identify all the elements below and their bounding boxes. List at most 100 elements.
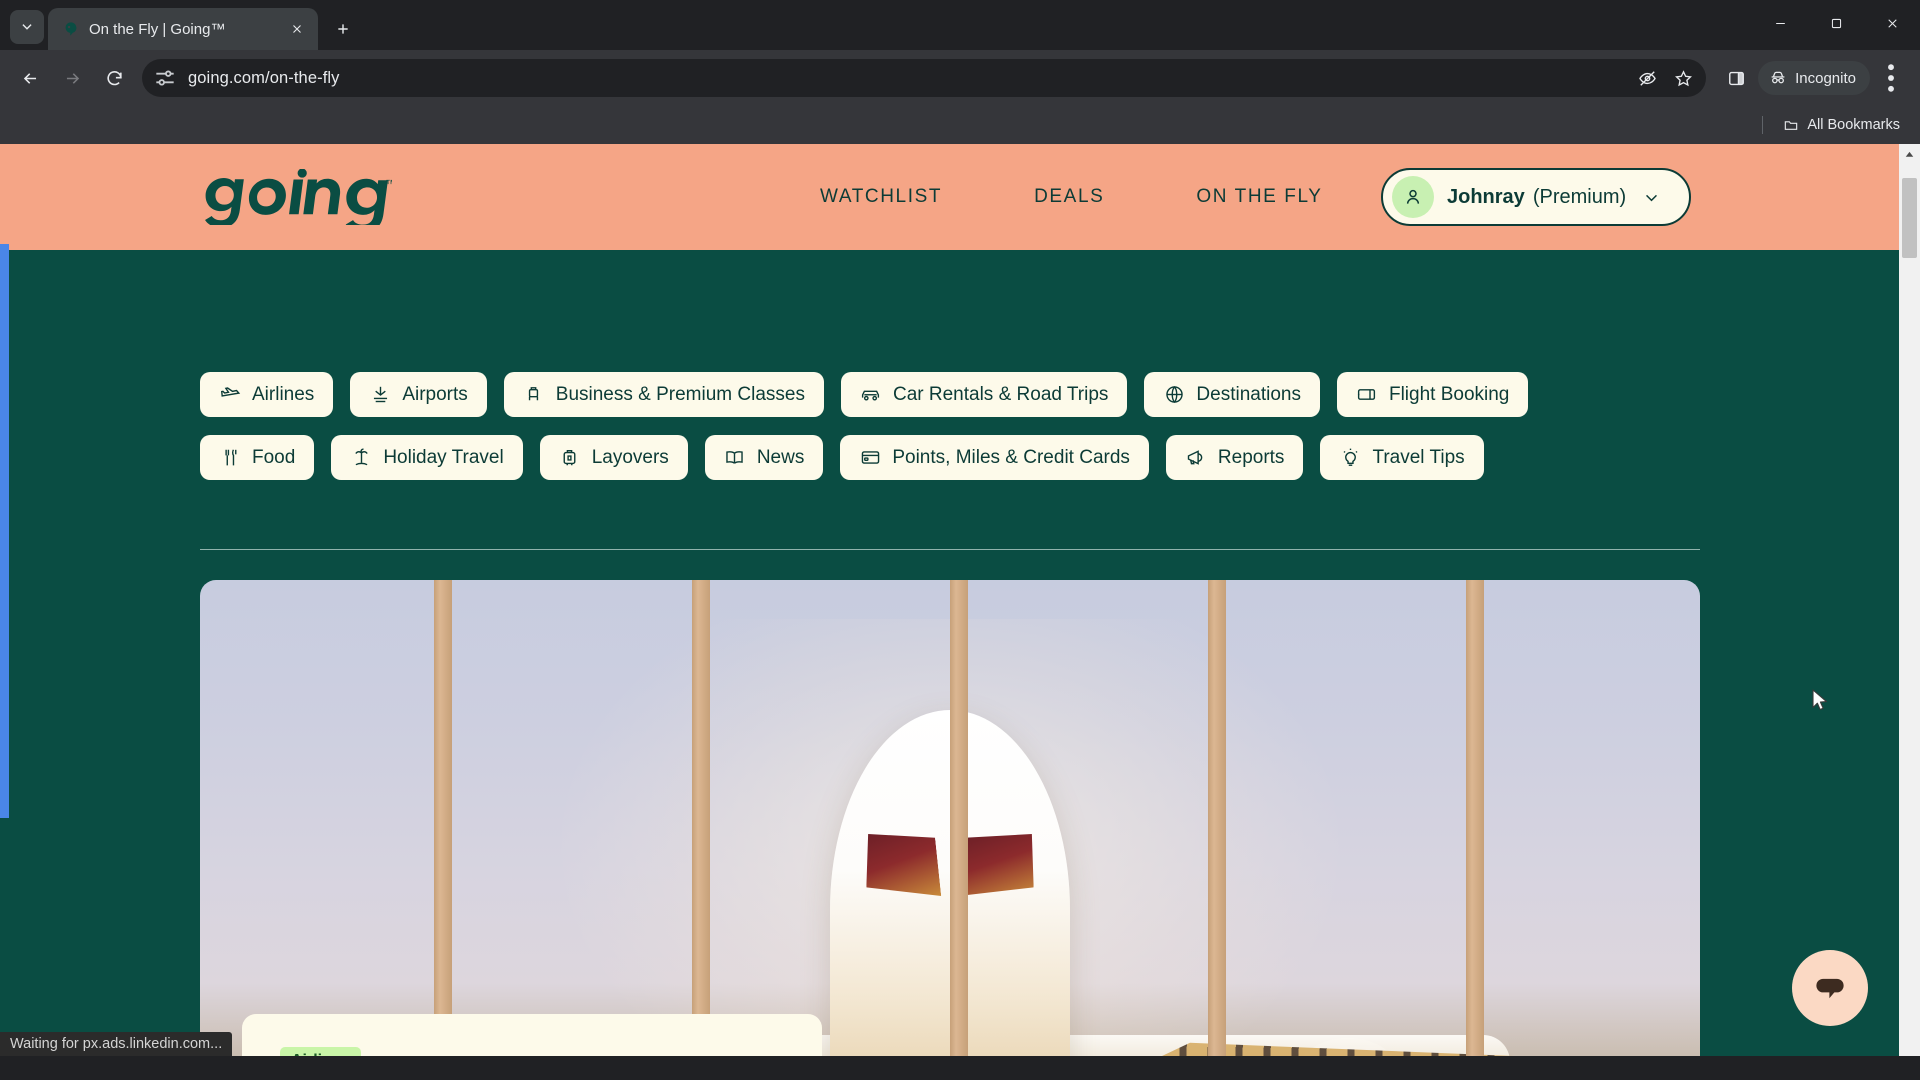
lightbulb-icon <box>1339 447 1361 469</box>
browser-menu-button[interactable] <box>1872 59 1910 97</box>
chip-label: Food <box>252 446 296 468</box>
omnibox-actions <box>1630 59 1700 97</box>
nav-link-deals[interactable]: DEALS <box>1034 186 1104 208</box>
address-bar[interactable]: going.com/on-the-fly <box>142 59 1707 97</box>
section-divider <box>200 549 1700 550</box>
side-panel-button[interactable] <box>1716 58 1756 98</box>
incognito-hat-icon <box>1771 71 1785 84</box>
chip-label: Car Rentals & Road Trips <box>892 383 1109 405</box>
chip-label: Holiday Travel <box>383 446 504 468</box>
chip-business-premium-classes[interactable]: Business & Premium Classes <box>503 372 824 417</box>
window-mullions <box>200 580 1700 1056</box>
chip-food[interactable]: Food <box>200 435 315 480</box>
minimize-icon <box>1775 22 1785 24</box>
star-icon[interactable] <box>1666 61 1700 95</box>
going-logo[interactable]: ™ <box>197 169 392 225</box>
chip-label: Layovers <box>591 446 669 468</box>
three-dot-menu-icon <box>1888 64 1894 92</box>
new-tab-button[interactable] <box>326 12 360 46</box>
globe-icon <box>1163 384 1185 406</box>
incognito-label: Incognito <box>1795 69 1856 87</box>
megaphone-icon <box>1185 447 1207 469</box>
all-bookmarks-button[interactable]: All Bookmarks <box>1777 113 1906 137</box>
bookmarks-bar: All Bookmarks <box>0 106 1920 144</box>
credit-card-icon <box>859 447 881 469</box>
chip-points-miles-credit-cards[interactable]: Points, Miles & Credit Cards <box>840 435 1149 480</box>
page-settings-icon[interactable] <box>152 65 178 91</box>
fork-knife-icon <box>219 447 241 469</box>
chevron-up-icon <box>1905 151 1914 157</box>
hero-article-image[interactable] <box>200 580 1700 1056</box>
scrollbar-thumb[interactable] <box>1902 178 1917 258</box>
chip-label: Business & Premium Classes <box>555 383 805 405</box>
chip-label: Travel Tips <box>1372 446 1465 468</box>
chevron-down-icon[interactable] <box>1643 189 1660 206</box>
chip-label: Reports <box>1217 446 1285 468</box>
all-bookmarks-label: All Bookmarks <box>1807 117 1900 133</box>
reload-icon <box>106 70 122 85</box>
tab-search-button[interactable] <box>10 10 44 44</box>
chip-reports[interactable]: Reports <box>1165 435 1304 480</box>
airplane-photo <box>200 580 1700 1056</box>
chip-holiday-travel[interactable]: Holiday Travel <box>331 435 523 480</box>
browser-tab[interactable]: On the Fly | Going™ <box>48 8 318 50</box>
chevron-down-icon <box>22 24 32 30</box>
chip-car-rentals-road-trips[interactable]: Car Rentals & Road Trips <box>840 372 1128 417</box>
focus-outline-rail <box>0 244 9 818</box>
page-content: Airlines Airports Business & Premium Cla… <box>0 144 1899 1056</box>
nav-link-on-the-fly[interactable]: ON THE FLY <box>1196 186 1322 208</box>
ticket-icon <box>1356 384 1378 406</box>
open-book-icon <box>724 447 746 469</box>
user-avatar-icon <box>1406 189 1420 204</box>
eye-off-icon[interactable] <box>1630 61 1664 95</box>
page-viewport: Airlines Airports Business & Premium Cla… <box>0 144 1920 1056</box>
reload-button[interactable] <box>94 58 134 98</box>
user-tier: (Premium) <box>1532 185 1627 208</box>
chip-label: News <box>756 446 805 468</box>
close-window-button[interactable] <box>1864 0 1920 46</box>
article-category-badge[interactable]: Airlines <box>280 1047 361 1056</box>
chip-label: Airports <box>402 383 468 405</box>
chip-flight-booking[interactable]: Flight Booking <box>1336 372 1529 417</box>
airplane-icon <box>219 384 241 406</box>
back-button[interactable] <box>10 58 50 98</box>
chip-label: Flight Booking <box>1388 383 1510 405</box>
status-bar: Waiting for px.ads.linkedin.com... <box>0 1032 233 1056</box>
browser-window: On the Fly | Going™ going.com/on-the-fly… <box>0 0 1920 1080</box>
window-controls <box>1752 0 1920 46</box>
category-chip-row-2: Food Holiday Travel Layovers News Points… <box>200 435 1700 480</box>
site-header: ™ WATCHLIST DEALS ON THE FLY Johnray (Pr… <box>0 144 1899 250</box>
user-account-menu[interactable]: Johnray (Premium) <box>1381 168 1691 226</box>
going-logo-icon <box>62 20 80 38</box>
chip-destinations[interactable]: Destinations <box>1144 372 1320 417</box>
browser-toolbar: going.com/on-the-fly Incognito <box>0 50 1920 106</box>
page-scrollbar[interactable] <box>1899 144 1920 1056</box>
airport-tower-icon <box>369 384 391 406</box>
close-tab-icon[interactable] <box>286 18 308 40</box>
chat-bubble-icon <box>1816 978 1844 999</box>
chip-travel-tips[interactable]: Travel Tips <box>1320 435 1484 480</box>
forward-button[interactable] <box>52 58 92 98</box>
nav-link-watchlist[interactable]: WATCHLIST <box>820 186 942 208</box>
plus-icon <box>338 24 348 34</box>
arrow-left-icon <box>23 72 36 84</box>
seat-icon <box>523 384 545 406</box>
hero-article-card[interactable]: Airlines The Best (and Worst) Budget Air… <box>242 1014 822 1056</box>
site-navigation: WATCHLIST DEALS ON THE FLY <box>820 186 1323 208</box>
scroll-up-arrow[interactable] <box>1899 144 1920 165</box>
svg-text:™: ™ <box>385 179 392 191</box>
maximize-button[interactable] <box>1808 0 1864 46</box>
chat-launcher-button[interactable] <box>1792 950 1868 1026</box>
minimize-button[interactable] <box>1752 0 1808 46</box>
chip-label: Destinations <box>1196 383 1301 405</box>
incognito-indicator[interactable]: Incognito <box>1758 61 1870 95</box>
tab-title: On the Fly | Going™ <box>89 20 226 38</box>
chip-news[interactable]: News <box>704 435 824 480</box>
user-name: Johnray <box>1447 185 1525 208</box>
tab-strip: On the Fly | Going™ <box>0 0 1920 50</box>
going-wordmark-icon: ™ <box>205 169 392 225</box>
luggage-icon <box>559 447 581 469</box>
chip-layovers[interactable]: Layovers <box>539 435 688 480</box>
chip-airports[interactable]: Airports <box>350 372 487 417</box>
chip-airlines[interactable]: Airlines <box>200 372 334 417</box>
